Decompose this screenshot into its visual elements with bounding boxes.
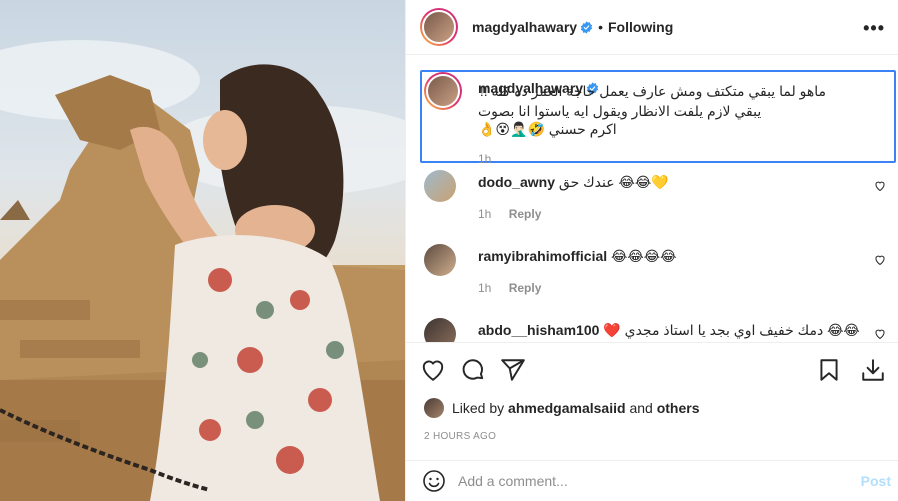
add-comment-bar: Add a comment... Post bbox=[406, 460, 898, 501]
comment-avatar[interactable] bbox=[424, 170, 456, 202]
emoji-icon[interactable] bbox=[422, 469, 446, 493]
verified-badge-icon bbox=[580, 20, 593, 34]
comment-username[interactable]: dodo_awny bbox=[478, 174, 555, 190]
caption: magdyalhawary ماهو لما يبقي متكتف ومش عا… bbox=[424, 72, 894, 166]
share-icon[interactable] bbox=[500, 357, 526, 383]
like-comment-heart-icon[interactable] bbox=[874, 328, 886, 340]
caption-meta: 1h bbox=[478, 152, 894, 166]
post-header: magdyalhawary • Following ••• bbox=[406, 0, 898, 55]
comment-item: ramyibrahimofficial 😂😂😂😂 1h Reply bbox=[424, 244, 894, 295]
header-separator: • bbox=[598, 19, 603, 35]
author-username[interactable]: magdyalhawary bbox=[472, 19, 577, 35]
comment-item: abdo__hisham100 ❤️ دمك خفيف اوي بجد يا ا… bbox=[424, 318, 894, 342]
comment-meta: 1h Reply bbox=[478, 207, 894, 221]
more-options-icon[interactable]: ••• bbox=[863, 18, 885, 39]
comment-time: 1h bbox=[478, 281, 492, 295]
comment-avatar[interactable] bbox=[424, 318, 456, 342]
like-comment-heart-icon[interactable] bbox=[874, 180, 886, 192]
reply-button[interactable]: Reply bbox=[509, 207, 542, 221]
comment-text: ❤️ دمك خفيف اوي بجد يا استاذ مجدي 😂😂 bbox=[603, 322, 860, 338]
post-side-panel: magdyalhawary • Following ••• magdyalhaw… bbox=[405, 0, 898, 501]
liked-by-conj: and bbox=[629, 400, 653, 416]
comment-username[interactable]: abdo__hisham100 bbox=[478, 322, 599, 338]
comment-avatar[interactable] bbox=[424, 244, 456, 276]
comment-meta: 1h Reply bbox=[478, 281, 894, 295]
post-viewer: magdyalhawary • Following ••• magdyalhaw… bbox=[0, 0, 898, 501]
liker-avatar[interactable] bbox=[424, 398, 444, 418]
liked-by-prefix: Liked by bbox=[452, 400, 505, 416]
post-photo[interactable] bbox=[0, 0, 405, 501]
following-button[interactable]: Following bbox=[608, 19, 673, 35]
comment-text: عندك حق 😂😂💛 bbox=[558, 174, 669, 190]
post-timestamp: 2 HOURS AGO bbox=[424, 431, 497, 442]
liked-by: Liked by ahmedgamalsaiid and others bbox=[424, 398, 699, 418]
caption-text-line2: يبقي لازم يلفت الانظار ويقول ايه ياستوا … bbox=[478, 103, 762, 137]
caption-text: ماهو لما يبقي متكتف ومش عارف يعمل حاجة ا… bbox=[479, 83, 826, 99]
post-comment-button[interactable]: Post bbox=[861, 473, 891, 489]
like-comment-heart-icon[interactable] bbox=[874, 254, 886, 266]
caption-time: 1h bbox=[478, 152, 492, 166]
comment-text: 😂😂😂😂 bbox=[611, 248, 677, 264]
comment-time: 1h bbox=[478, 207, 492, 221]
comment-input[interactable]: Add a comment... bbox=[458, 473, 568, 489]
photo-illustration bbox=[0, 40, 405, 501]
comment-icon[interactable] bbox=[460, 357, 486, 383]
download-icon[interactable] bbox=[860, 357, 886, 383]
bookmark-icon[interactable] bbox=[816, 357, 842, 383]
heart-icon[interactable] bbox=[420, 357, 446, 383]
comment-item: dodo_awny عندك حق 😂😂💛 1h Reply bbox=[424, 170, 894, 221]
post-actions-bar bbox=[406, 342, 898, 397]
author-avatar[interactable] bbox=[420, 8, 458, 46]
comment-username[interactable]: ramyibrahimofficial bbox=[478, 248, 607, 264]
reply-button[interactable]: Reply bbox=[509, 281, 542, 295]
others-link[interactable]: others bbox=[657, 400, 700, 416]
liker-username[interactable]: ahmedgamalsaiid bbox=[508, 400, 626, 416]
